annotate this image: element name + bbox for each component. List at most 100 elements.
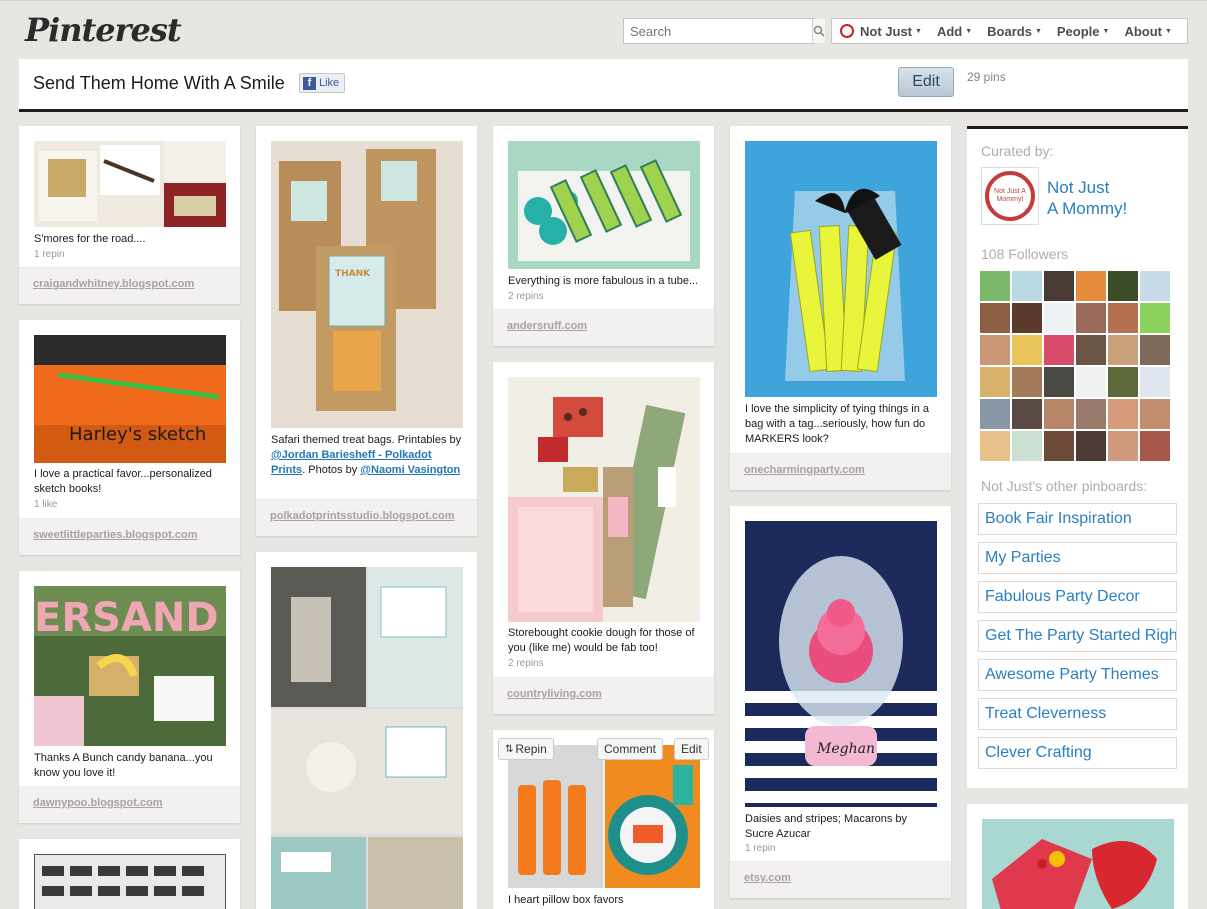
pin-card[interactable]: Meghan Daisies and stripes; Macarons by … <box>730 506 951 898</box>
follower-avatar[interactable] <box>1076 431 1106 461</box>
follower-avatar[interactable] <box>1044 431 1074 461</box>
pin-image[interactable] <box>34 141 226 227</box>
board-link[interactable]: Awesome Party Themes <box>978 659 1177 691</box>
svg-text:Meghan: Meghan <box>816 741 875 757</box>
pin-image[interactable] <box>745 141 937 397</box>
pin-source-link[interactable]: sweetlittleparties.blogspot.com <box>33 529 197 541</box>
pin-card[interactable] <box>19 839 240 909</box>
pin-image[interactable] <box>34 854 226 909</box>
follower-avatar[interactable] <box>1012 335 1042 365</box>
pin-image[interactable]: Meghan <box>745 521 937 807</box>
nav-about-menu[interactable]: About ▼ <box>1116 24 1178 39</box>
follower-avatar[interactable] <box>1108 399 1138 429</box>
follower-avatar[interactable] <box>1140 399 1170 429</box>
follower-avatar[interactable] <box>1108 303 1138 333</box>
follower-avatar[interactable] <box>1140 271 1170 301</box>
pin-source-link[interactable]: craigandwhitney.blogspot.com <box>33 278 194 290</box>
nav-add-menu[interactable]: Add ▼ <box>929 24 979 39</box>
follower-avatar[interactable] <box>1108 431 1138 461</box>
pin-image[interactable] <box>982 819 1174 909</box>
comment-button[interactable]: Comment <box>597 738 664 760</box>
pinterest-logo[interactable]: Pinterest <box>25 11 182 49</box>
pin-card[interactable]: THANK Safari themed treat bags. Printabl… <box>256 126 477 536</box>
curator-avatar[interactable]: Not Just A Mommy! <box>981 167 1039 225</box>
follower-avatar[interactable] <box>1044 335 1074 365</box>
search-input[interactable] <box>624 19 812 43</box>
nav-profile-menu[interactable]: Not Just ▼ <box>832 24 929 39</box>
pin-image[interactable] <box>508 141 700 269</box>
follower-avatar[interactable] <box>1076 367 1106 397</box>
board-link[interactable]: Book Fair Inspiration <box>978 503 1177 535</box>
follower-avatar[interactable] <box>1012 431 1042 461</box>
sidebar-featured-pin[interactable] <box>967 804 1188 909</box>
main-nav: Not Just ▼ Add ▼ Boards ▼ People ▼ About… <box>831 18 1188 44</box>
pin-caption: Daisies and stripes; Macarons by Sucre A… <box>745 813 908 840</box>
pin-image[interactable] <box>271 567 463 909</box>
search-button[interactable] <box>812 19 825 43</box>
follower-avatar[interactable] <box>1140 335 1170 365</box>
pin-source-link[interactable]: andersruff.com <box>507 320 587 332</box>
pin-image[interactable] <box>508 745 700 888</box>
follower-avatar[interactable] <box>1076 303 1106 333</box>
follower-avatar[interactable] <box>980 271 1010 301</box>
follower-avatar[interactable] <box>1044 271 1074 301</box>
pin-source-link[interactable]: countryliving.com <box>507 688 602 700</box>
follower-avatar[interactable] <box>980 335 1010 365</box>
pinner-mention-link[interactable]: @Naomi Vasington <box>360 464 460 476</box>
pin-card[interactable]: Everything is more fabulous in a tube...… <box>493 126 714 346</box>
board-link[interactable]: Treat Cleverness <box>978 698 1177 730</box>
follower-avatar[interactable] <box>980 367 1010 397</box>
pin-source-bar: countryliving.com <box>493 677 714 714</box>
curator-name-link[interactable]: Not Just A Mommy! <box>1047 177 1167 219</box>
follower-avatar[interactable] <box>1108 335 1138 365</box>
follower-avatar[interactable] <box>1076 335 1106 365</box>
pin-card[interactable]: I love the simplicity of tying things in… <box>730 126 951 490</box>
search-icon <box>813 25 825 37</box>
follower-avatar[interactable] <box>1044 303 1074 333</box>
follower-avatar[interactable] <box>1012 367 1042 397</box>
follower-avatar[interactable] <box>1076 399 1106 429</box>
pin-card[interactable]: ⇅ Repin Comment Edit I heart pillow box … <box>493 730 714 909</box>
follower-avatar[interactable] <box>1012 303 1042 333</box>
repin-button[interactable]: ⇅ Repin <box>498 738 554 760</box>
pin-card[interactable] <box>256 552 477 909</box>
edit-pin-button[interactable]: Edit <box>674 738 709 760</box>
pin-card[interactable]: ERSAND Thanks A Bunch candy banana...you… <box>19 571 240 823</box>
pin-card[interactable]: Harley's sketch I love a practical favor… <box>19 320 240 555</box>
edit-board-button[interactable]: Edit <box>898 67 954 97</box>
pin-source-link[interactable]: onecharmingparty.com <box>744 464 865 476</box>
follower-avatar[interactable] <box>980 431 1010 461</box>
follower-avatar[interactable] <box>1140 431 1170 461</box>
facebook-like-button[interactable]: f Like <box>299 73 346 93</box>
follower-avatar[interactable] <box>1044 367 1074 397</box>
follower-avatar[interactable] <box>1076 271 1106 301</box>
board-link[interactable]: Clever Crafting <box>978 737 1177 769</box>
follower-avatar[interactable] <box>1044 399 1074 429</box>
pin-image[interactable] <box>508 377 700 622</box>
follower-avatar[interactable] <box>980 399 1010 429</box>
pin-source-bar: craigandwhitney.blogspot.com <box>19 267 240 304</box>
nav-people-menu[interactable]: People ▼ <box>1049 24 1117 39</box>
board-link[interactable]: Fabulous Party Decor <box>978 581 1177 613</box>
pin-card[interactable]: S'mores for the road.... 1 repin craigan… <box>19 126 240 304</box>
pin-source-link[interactable]: dawnypoo.blogspot.com <box>33 797 163 809</box>
pin-image[interactable]: Harley's sketch <box>34 335 226 463</box>
pin-source-link[interactable]: etsy.com <box>744 872 791 884</box>
follower-avatar[interactable] <box>980 303 1010 333</box>
board-link[interactable]: My Parties <box>978 542 1177 574</box>
board-title: Send Them Home With A Smile <box>33 73 285 93</box>
pin-source-link[interactable]: polkadotprintsstudio.blogspot.com <box>270 510 455 522</box>
pin-card[interactable]: Storebought cookie dough for those of yo… <box>493 362 714 714</box>
nav-boards-menu[interactable]: Boards ▼ <box>979 24 1049 39</box>
pin-image[interactable]: ERSAND <box>34 586 226 746</box>
follower-avatar[interactable] <box>1012 399 1042 429</box>
follower-avatar[interactable] <box>1140 303 1170 333</box>
follower-avatar[interactable] <box>1140 367 1170 397</box>
follower-avatar[interactable] <box>1108 367 1138 397</box>
board-link[interactable]: Get The Party Started Right <box>978 620 1177 652</box>
follower-avatar[interactable] <box>1108 271 1138 301</box>
pin-repin-count: 2 repins <box>508 291 544 302</box>
pin-image[interactable]: THANK <box>271 141 463 428</box>
follower-avatar[interactable] <box>1012 271 1042 301</box>
search-box <box>623 18 825 44</box>
